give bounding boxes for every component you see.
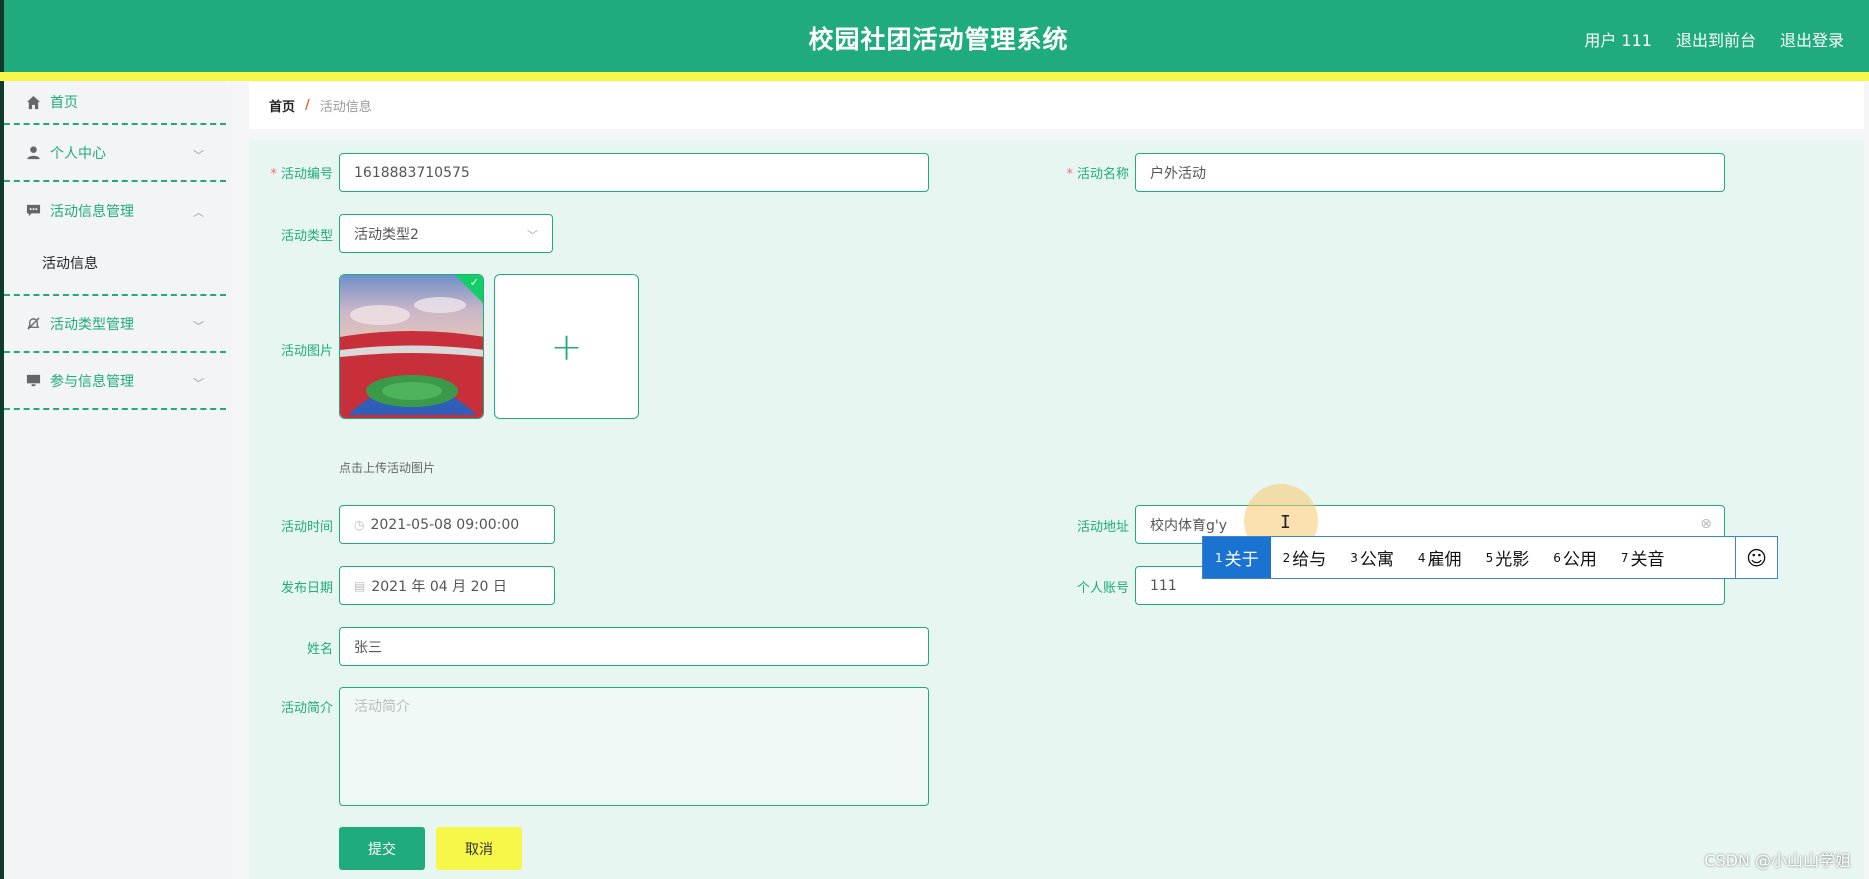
chevron-down-icon: ﹀	[527, 229, 538, 242]
breadcrumb-separator: /	[305, 98, 310, 113]
sidebar-group-activity-info: 活动信息管理 ︿ 活动信息	[4, 182, 226, 296]
bell-off-icon	[24, 315, 42, 333]
sidebar-item-label: 活动信息管理	[50, 203, 134, 220]
user-icon	[24, 144, 42, 162]
name-label: 姓名	[306, 642, 333, 657]
sidebar-subitem-activity-info[interactable]: 活动信息	[4, 239, 226, 286]
sidebar-item-activity-type-management[interactable]: 活动类型管理 ﹀	[4, 296, 226, 353]
activity-name-label: * 活动名称	[1066, 167, 1129, 182]
clear-icon[interactable]: ⊗	[1700, 516, 1712, 532]
sidebar-item-home[interactable]: 首页	[4, 81, 226, 125]
activity-name-input[interactable]: 户外活动	[1135, 153, 1725, 192]
activity-image-label: 活动图片	[280, 344, 333, 359]
sidebar-item-participation-management[interactable]: 参与信息管理 ﹀	[4, 353, 226, 410]
intro-textarea[interactable]: 活动简介	[339, 687, 929, 806]
chevron-down-icon: ﹀	[193, 149, 204, 162]
ime-candidate[interactable]: 7 关音	[1609, 537, 1677, 578]
stadium-image	[340, 275, 483, 418]
sidebar-item-label: 首页	[50, 95, 78, 111]
header-actions: 用户 111 退出到前台 退出登录	[1584, 27, 1844, 51]
sidebar: 首页 个人中心 ﹀ 活动信息管理 ︿ 活动信息 活动类型管理 ﹀ 参与信息管理	[0, 81, 226, 879]
required-mark: *	[1066, 167, 1073, 182]
ime-candidate[interactable]: 1 关于	[1203, 537, 1271, 578]
activity-type-select[interactable]: 活动类型2 ﹀	[339, 214, 553, 253]
ime-candidate[interactable]: 4 雇佣	[1406, 537, 1474, 578]
ime-candidate[interactable]: 6 公用	[1541, 537, 1609, 578]
activity-id-input[interactable]: 1618883710575	[339, 153, 929, 192]
monitor-icon	[24, 372, 42, 390]
sidebar-item-label: 活动类型管理	[50, 316, 134, 333]
watermark: CSDN @小山山学姐	[1704, 851, 1851, 870]
current-user-label: 用户 111	[1584, 31, 1652, 50]
sidebar-item-label: 个人中心	[50, 145, 106, 162]
sidebar-item-label: 参与信息管理	[50, 373, 134, 390]
top-header: 校园社团活动管理系统 用户 111 退出到前台 退出登录	[0, 0, 1869, 72]
emoji-icon[interactable]: ☺	[1735, 537, 1777, 578]
activity-type-label: 活动类型	[280, 229, 333, 244]
activity-type-value: 活动类型2	[354, 226, 419, 243]
intro-label: 活动简介	[280, 701, 333, 716]
activity-time-label: 活动时间	[280, 520, 333, 535]
calendar-icon: ▤	[354, 578, 366, 593]
required-mark: *	[270, 167, 277, 182]
activity-address-label: 活动地址	[1076, 520, 1129, 535]
ime-candidate[interactable]: 3 公寓	[1338, 537, 1406, 578]
ime-candidate[interactable]: 5 光影	[1474, 537, 1542, 578]
upload-hint: 点击上传活动图片	[339, 461, 436, 475]
sidebar-item-activity-info-management[interactable]: 活动信息管理 ︿	[4, 182, 226, 239]
cancel-button[interactable]: 取消	[436, 827, 522, 870]
breadcrumb: 首页 / 活动信息	[249, 82, 1864, 129]
sidebar-subitem-label: 活动信息	[42, 255, 98, 272]
name-input[interactable]: 张三	[339, 627, 929, 666]
chat-icon	[24, 202, 42, 220]
ime-candidate-bar: 1 关于 2 给与 3 公寓 4 雇佣 5 光影 6 公用 7 关音 ☺	[1202, 536, 1778, 579]
image-upload-button[interactable]: +	[494, 274, 639, 419]
uploaded-image-thumbnail[interactable]: ✓	[339, 274, 484, 419]
chevron-up-icon: ︿	[193, 206, 204, 219]
clock-icon: ◷	[354, 517, 365, 532]
chevron-down-icon: ﹀	[193, 320, 204, 333]
activity-address-value: 校内体育g'y	[1150, 517, 1228, 534]
activity-id-label: * 活动编号	[270, 167, 333, 182]
home-icon	[24, 93, 42, 111]
text-cursor-icon: I	[1280, 512, 1291, 533]
logout-link[interactable]: 退出登录	[1780, 27, 1844, 51]
breadcrumb-current: 活动信息	[319, 100, 372, 115]
ime-candidate[interactable]: 2 给与	[1271, 537, 1339, 578]
back-to-front-link[interactable]: 退出到前台	[1676, 27, 1756, 51]
submit-button[interactable]: 提交	[339, 827, 425, 870]
sidebar-item-personal-center[interactable]: 个人中心 ﹀	[4, 125, 226, 182]
publish-date-label: 发布日期	[280, 581, 333, 596]
breadcrumb-home[interactable]: 首页	[269, 96, 295, 115]
activity-time-picker[interactable]: ◷ 2021-05-08 09:00:00	[339, 505, 555, 544]
account-label: 个人账号	[1076, 581, 1129, 596]
chevron-down-icon: ﹀	[193, 377, 204, 390]
publish-date-picker[interactable]: ▤ 2021 年 04 月 20 日	[339, 566, 555, 605]
check-icon: ✓	[469, 276, 479, 289]
activity-time-value: 2021-05-08 09:00:00	[370, 516, 520, 533]
plus-icon: +	[550, 324, 583, 369]
header-accent-strip	[0, 72, 1869, 81]
publish-date-value: 2021 年 04 月 20 日	[371, 578, 507, 595]
activity-form: * 活动编号 1618883710575 * 活动名称 户外活动 活动类型 活动类型…	[249, 141, 1864, 879]
